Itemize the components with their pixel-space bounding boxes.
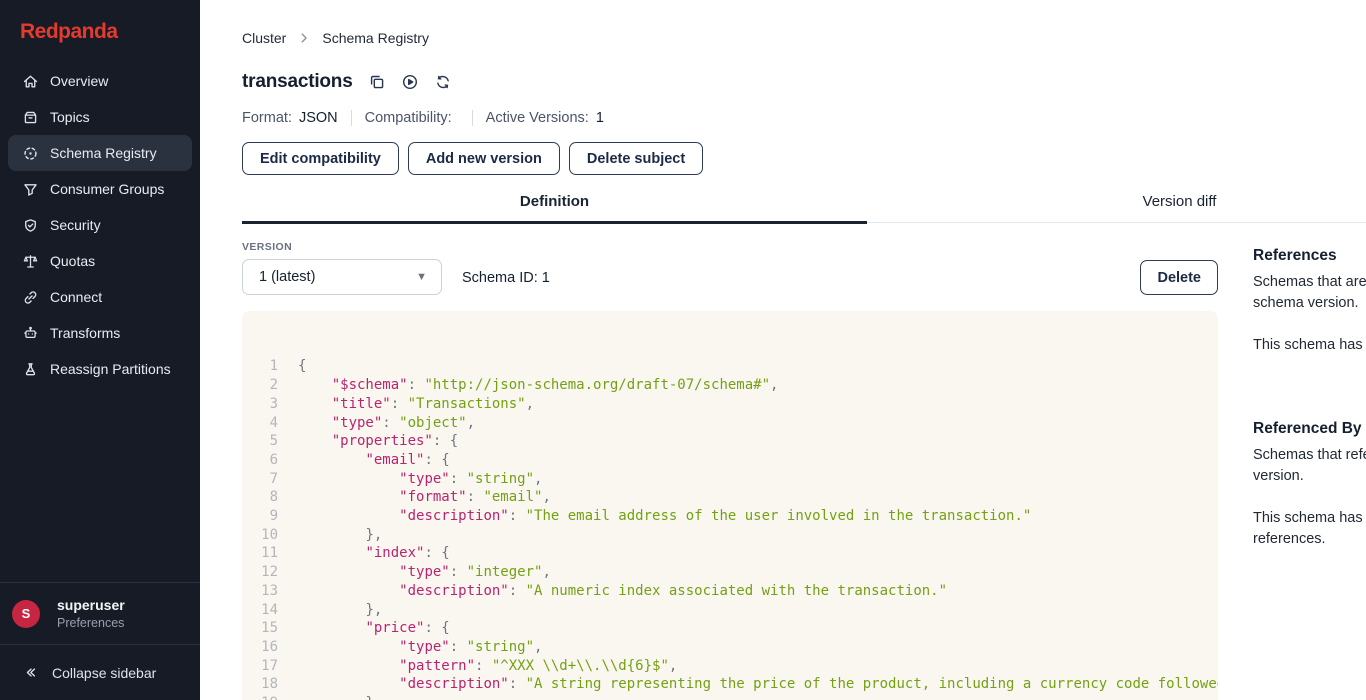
- format-value: JSON: [299, 110, 338, 126]
- avatar: S: [12, 600, 40, 628]
- sidebar-item-label: Security: [50, 217, 101, 233]
- sidebar-item-security[interactable]: Security: [8, 207, 192, 243]
- schema-icon: [22, 145, 39, 162]
- version-select[interactable]: 1 (latest) ▼: [242, 259, 442, 295]
- sidebar-item-label: Reassign Partitions: [50, 361, 171, 377]
- user-text: superuser Preferences: [57, 597, 125, 630]
- sidebar-item-label: Quotas: [50, 253, 95, 269]
- code-lines: 1{2 "$schema": "http://json-schema.org/d…: [242, 357, 1218, 700]
- main-content: Cluster Schema Registry transactions: [200, 0, 1366, 700]
- references-description: Schemas that are referenced by this sche…: [1253, 272, 1366, 314]
- refresh-icon[interactable]: [434, 73, 452, 91]
- page-title: transactions: [242, 71, 353, 93]
- sidebar-item-reassign-partitions[interactable]: Reassign Partitions: [8, 351, 192, 387]
- title-row: transactions: [242, 71, 1366, 93]
- app-window: Redpanda Overview Topics Schema Registry: [0, 0, 1366, 700]
- action-buttons: Edit compatibility Add new version Delet…: [242, 142, 1366, 175]
- sidebar-item-schema-registry[interactable]: Schema Registry: [8, 135, 192, 171]
- references-empty-text: This schema has no references.: [1253, 335, 1366, 356]
- collapse-sidebar-button[interactable]: Collapse sidebar: [0, 644, 200, 700]
- sidebar: Redpanda Overview Topics Schema Registry: [0, 0, 200, 700]
- references-panel: References Schemas that are referenced b…: [1253, 241, 1366, 700]
- sidebar-item-label: Transforms: [50, 325, 120, 341]
- tab-bar: Definition Version diff: [242, 193, 1366, 223]
- user-name: superuser: [57, 597, 125, 613]
- robot-icon: [22, 325, 39, 342]
- divider: [351, 110, 352, 126]
- box-icon: [22, 109, 39, 126]
- breadcrumb: Cluster Schema Registry: [242, 30, 1366, 46]
- breadcrumb-schema-registry[interactable]: Schema Registry: [322, 30, 429, 46]
- user-preferences-link[interactable]: Preferences: [57, 616, 125, 630]
- version-selected-value: 1 (latest): [259, 269, 315, 285]
- sidebar-item-label: Overview: [50, 73, 108, 89]
- redpanda-logo: Redpanda: [0, 0, 200, 48]
- referenced-by-empty-text: This schema has no incoming references.: [1253, 508, 1366, 550]
- sidebar-item-label: Topics: [50, 109, 90, 125]
- sidebar-item-label: Schema Registry: [50, 145, 157, 161]
- link-icon: [22, 289, 39, 306]
- shield-check-icon: [22, 217, 39, 234]
- active-versions-label: Active Versions:: [486, 110, 589, 126]
- active-versions-value: 1: [596, 110, 604, 126]
- chevron-right-icon: [297, 31, 311, 45]
- collapse-sidebar-label: Collapse sidebar: [52, 665, 156, 681]
- sidebar-nav: Overview Topics Schema Registry Consumer…: [0, 63, 200, 387]
- version-controls: VERSION 1 (latest) ▼ Schema ID: 1 Delete: [242, 241, 1218, 295]
- scales-icon: [22, 253, 39, 270]
- funnel-icon: [22, 181, 39, 198]
- sidebar-item-quotas[interactable]: Quotas: [8, 243, 192, 279]
- sidebar-item-connect[interactable]: Connect: [8, 279, 192, 315]
- caret-down-icon: ▼: [416, 271, 427, 283]
- delete-subject-button[interactable]: Delete subject: [569, 142, 703, 175]
- definition-panel: VERSION 1 (latest) ▼ Schema ID: 1 Delete…: [242, 241, 1218, 700]
- chevrons-left-icon: [22, 664, 39, 681]
- delete-version-button[interactable]: Delete: [1140, 260, 1218, 295]
- copy-icon[interactable]: [368, 73, 386, 91]
- version-label: VERSION: [242, 241, 442, 253]
- references-title: References: [1253, 247, 1366, 265]
- compatibility-label: Compatibility:: [365, 110, 452, 126]
- breadcrumb-cluster[interactable]: Cluster: [242, 30, 286, 46]
- play-circle-icon[interactable]: [401, 73, 419, 91]
- edit-compatibility-button[interactable]: Edit compatibility: [242, 142, 399, 175]
- sidebar-item-transforms[interactable]: Transforms: [8, 315, 192, 351]
- home-icon: [22, 73, 39, 90]
- schema-id-text: Schema ID: 1: [462, 270, 550, 286]
- sidebar-item-label: Consumer Groups: [50, 181, 164, 197]
- flask-icon: [22, 361, 39, 378]
- format-label: Format:: [242, 110, 292, 126]
- user-section[interactable]: S superuser Preferences: [0, 582, 200, 644]
- subject-meta: Format: JSON Compatibility: Active Versi…: [242, 110, 1366, 126]
- sidebar-item-overview[interactable]: Overview: [8, 63, 192, 99]
- tab-version-diff[interactable]: Version diff: [867, 193, 1366, 224]
- sidebar-item-consumer-groups[interactable]: Consumer Groups: [8, 171, 192, 207]
- schema-json-editor[interactable]: 1{2 "$schema": "http://json-schema.org/d…: [242, 311, 1218, 700]
- referenced-by-title: Referenced By: [1253, 420, 1366, 438]
- sidebar-spacer: [0, 387, 200, 582]
- divider: [472, 110, 473, 126]
- sidebar-item-topics[interactable]: Topics: [8, 99, 192, 135]
- add-new-version-button[interactable]: Add new version: [408, 142, 560, 175]
- referenced-by-description: Schemas that reference this schema versi…: [1253, 445, 1366, 487]
- sidebar-item-label: Connect: [50, 289, 102, 305]
- tab-definition[interactable]: Definition: [242, 193, 867, 224]
